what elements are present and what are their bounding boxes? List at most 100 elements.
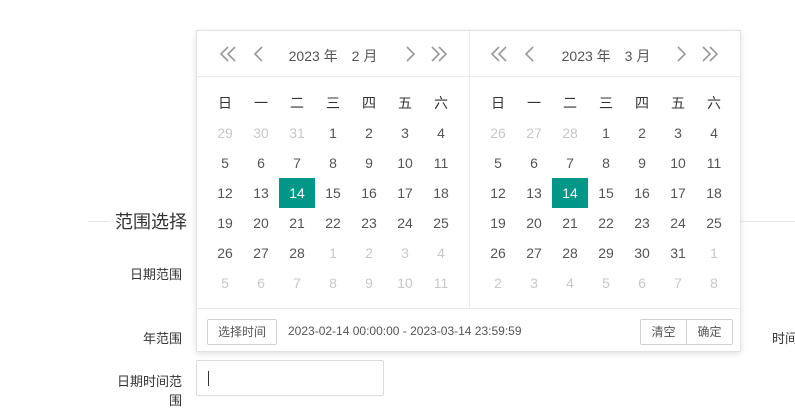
- day-cell[interactable]: 22: [588, 208, 624, 238]
- day-cell-outside-month[interactable]: 30: [243, 118, 279, 148]
- day-cell[interactable]: 27: [243, 238, 279, 268]
- day-cell-selected[interactable]: 14: [552, 178, 588, 208]
- day-cell[interactable]: 25: [423, 208, 459, 238]
- day-cell[interactable]: 26: [480, 238, 516, 268]
- day-cell[interactable]: 2: [351, 118, 387, 148]
- day-cell-outside-month[interactable]: 7: [279, 268, 315, 298]
- day-cell[interactable]: 19: [480, 208, 516, 238]
- day-cell-outside-month[interactable]: 5: [207, 268, 243, 298]
- day-cell[interactable]: 19: [207, 208, 243, 238]
- day-cell-selected[interactable]: 14: [279, 178, 315, 208]
- day-cell[interactable]: 29: [588, 238, 624, 268]
- picker-footer: 选择时间 2023-02-14 00:00:00 - 2023-03-14 23…: [197, 308, 740, 352]
- day-cell[interactable]: 30: [624, 238, 660, 268]
- datetime-range-input[interactable]: [196, 360, 384, 396]
- day-cell-outside-month[interactable]: 10: [387, 268, 423, 298]
- day-cell[interactable]: 7: [279, 148, 315, 178]
- day-cell[interactable]: 9: [351, 148, 387, 178]
- day-cell[interactable]: 7: [552, 148, 588, 178]
- day-cell[interactable]: 16: [351, 178, 387, 208]
- day-cell[interactable]: 5: [207, 148, 243, 178]
- day-cell[interactable]: 11: [696, 148, 732, 178]
- month-label-right[interactable]: 3 月: [625, 46, 651, 66]
- day-cell[interactable]: 1: [315, 118, 351, 148]
- day-cell[interactable]: 24: [660, 208, 696, 238]
- day-cell[interactable]: 6: [243, 148, 279, 178]
- day-cell[interactable]: 21: [552, 208, 588, 238]
- day-cell[interactable]: 16: [624, 178, 660, 208]
- day-cell[interactable]: 17: [387, 178, 423, 208]
- divider-line-right: [741, 221, 795, 222]
- day-cell-outside-month[interactable]: 9: [351, 268, 387, 298]
- year-label-left[interactable]: 2023 年: [289, 46, 338, 66]
- day-cell-outside-month[interactable]: 6: [624, 268, 660, 298]
- day-cell[interactable]: 18: [696, 178, 732, 208]
- day-cell[interactable]: 13: [516, 178, 552, 208]
- day-cell[interactable]: 5: [480, 148, 516, 178]
- next-year-button-left[interactable]: [429, 44, 449, 64]
- day-cell-outside-month[interactable]: 1: [696, 238, 732, 268]
- day-cell[interactable]: 4: [423, 118, 459, 148]
- day-cell[interactable]: 1: [588, 118, 624, 148]
- day-cell-outside-month[interactable]: 4: [552, 268, 588, 298]
- day-cell[interactable]: 4: [696, 118, 732, 148]
- day-cell[interactable]: 24: [387, 208, 423, 238]
- day-cell-outside-month[interactable]: 1: [315, 238, 351, 268]
- day-cell-outside-month[interactable]: 6: [243, 268, 279, 298]
- year-label-right[interactable]: 2023 年: [562, 46, 611, 66]
- day-cell[interactable]: 3: [660, 118, 696, 148]
- day-cell-outside-month[interactable]: 26: [480, 118, 516, 148]
- day-cell[interactable]: 17: [660, 178, 696, 208]
- day-cell-outside-month[interactable]: 11: [423, 268, 459, 298]
- day-cell[interactable]: 20: [243, 208, 279, 238]
- day-cell-outside-month[interactable]: 8: [696, 268, 732, 298]
- day-cell[interactable]: 12: [207, 178, 243, 208]
- day-cell[interactable]: 10: [660, 148, 696, 178]
- section-title: 范围选择: [115, 212, 187, 232]
- day-cell[interactable]: 25: [696, 208, 732, 238]
- day-cell[interactable]: 31: [660, 238, 696, 268]
- next-month-button-left[interactable]: [400, 44, 420, 64]
- day-cell[interactable]: 6: [516, 148, 552, 178]
- day-cell[interactable]: 26: [207, 238, 243, 268]
- day-cell[interactable]: 2: [624, 118, 660, 148]
- day-cell-outside-month[interactable]: 27: [516, 118, 552, 148]
- day-cell[interactable]: 23: [351, 208, 387, 238]
- day-cell[interactable]: 13: [243, 178, 279, 208]
- day-cell[interactable]: 28: [279, 238, 315, 268]
- day-cell[interactable]: 15: [588, 178, 624, 208]
- day-cell-outside-month[interactable]: 8: [315, 268, 351, 298]
- day-cell[interactable]: 9: [624, 148, 660, 178]
- day-cell-outside-month[interactable]: 5: [588, 268, 624, 298]
- clear-button[interactable]: 清空: [641, 320, 686, 344]
- next-year-button-right[interactable]: [700, 44, 720, 64]
- day-cell-outside-month[interactable]: 7: [660, 268, 696, 298]
- day-cell[interactable]: 28: [552, 238, 588, 268]
- day-cell-outside-month[interactable]: 4: [423, 238, 459, 268]
- day-cell-outside-month[interactable]: 28: [552, 118, 588, 148]
- day-cell[interactable]: 23: [624, 208, 660, 238]
- day-cell[interactable]: 15: [315, 178, 351, 208]
- day-cell[interactable]: 21: [279, 208, 315, 238]
- day-cell[interactable]: 27: [516, 238, 552, 268]
- confirm-button[interactable]: 确定: [687, 320, 732, 344]
- day-cell-outside-month[interactable]: 2: [480, 268, 516, 298]
- day-cell[interactable]: 18: [423, 178, 459, 208]
- day-cell-outside-month[interactable]: 3: [387, 238, 423, 268]
- next-month-button-right[interactable]: [671, 44, 691, 64]
- weekday-header: 四: [362, 95, 376, 111]
- day-cell[interactable]: 10: [387, 148, 423, 178]
- select-time-button[interactable]: 选择时间: [207, 319, 277, 345]
- month-label-left[interactable]: 2 月: [352, 46, 378, 66]
- day-cell[interactable]: 20: [516, 208, 552, 238]
- day-cell[interactable]: 22: [315, 208, 351, 238]
- day-cell[interactable]: 11: [423, 148, 459, 178]
- day-cell[interactable]: 8: [315, 148, 351, 178]
- day-cell-outside-month[interactable]: 2: [351, 238, 387, 268]
- day-cell[interactable]: 3: [387, 118, 423, 148]
- day-cell[interactable]: 8: [588, 148, 624, 178]
- day-cell-outside-month[interactable]: 31: [279, 118, 315, 148]
- day-cell-outside-month[interactable]: 29: [207, 118, 243, 148]
- day-cell-outside-month[interactable]: 3: [516, 268, 552, 298]
- day-cell[interactable]: 12: [480, 178, 516, 208]
